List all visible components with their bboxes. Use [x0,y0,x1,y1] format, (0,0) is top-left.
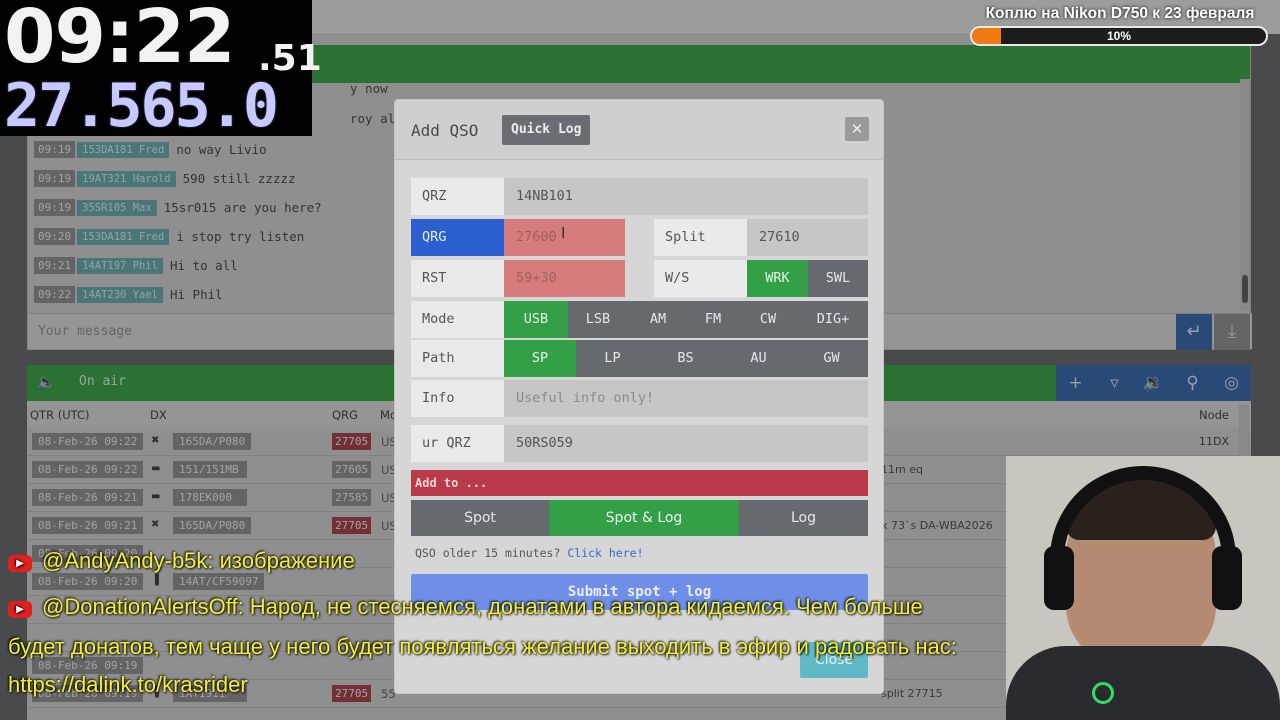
goal-progress-bar: 10% [970,26,1268,46]
chat-ticker-line: https://dalink.to/krasrider [8,672,248,698]
path-label: Path [411,340,504,377]
mode-label: Mode [411,301,504,338]
action-selector: Spot Spot & Log Log [411,500,868,536]
log-button[interactable]: Log [739,500,868,536]
modal-header: Add QSO Quick Log ✕ [395,100,883,160]
add-to-bar[interactable]: Add to ... [411,470,868,496]
ws-label: W/S [654,260,747,297]
chat-ticker-line: будет донатов, тем чаще у него будет поя… [8,634,957,660]
ur-qrz-label: ur QRZ [411,425,504,462]
ticker-text: @AndyAndy-b5k: изображение [42,548,355,573]
headphone-ear-cup [1044,546,1074,610]
goal-percent: 10% [1106,29,1132,43]
mode-row: Mode USB LSB AM FM CW DIG+ [411,301,868,338]
qrg-row: QRG 27600 I [411,219,625,256]
mode-option-lsb[interactable]: LSB [568,301,628,338]
click-here-link[interactable]: Click here! [567,546,643,560]
qrz-input[interactable]: 14NB101 [504,178,868,215]
path-option-lp[interactable]: LP [576,340,649,377]
chat-ticker-line: ▶ @AndyAndy-b5k: изображение [8,548,355,574]
mode-option-usb[interactable]: USB [504,301,568,338]
ws-row: W/S WRK SWL [654,260,868,297]
qrg-label: QRG [411,219,504,256]
clock-time: 09:22 [4,0,236,80]
text-cursor-icon: I [561,224,566,242]
frequency-display: 27.565.0 [4,71,279,141]
rst-row: RST 59+30 [411,260,625,297]
microphone-icon [1092,682,1114,704]
mode-option-cw[interactable]: CW [738,301,798,338]
ur-qrz-input[interactable]: 50RS059 [504,425,868,462]
goal-title: Коплю на Nikon D750 к 23 февраля [985,5,1255,22]
info-label: Info [411,380,504,417]
path-option-sp[interactable]: SP [504,340,576,377]
person-shirt [1006,646,1280,720]
older-qso-note: QSO older 15 minutes? Click here! [415,546,644,560]
mode-option-am[interactable]: AM [628,301,688,338]
ws-option-wrk[interactable]: WRK [747,260,808,297]
info-row: Info Useful info only! [411,380,868,417]
split-label: Split [654,219,747,256]
ur-qrz-row: ur QRZ 50RS059 [411,425,868,462]
headphone-ear-cup [1212,546,1242,610]
rst-input[interactable]: 59+30 [504,260,625,297]
rst-label: RST [411,260,504,297]
split-input[interactable]: 27610 [747,219,868,256]
mode-option-fm[interactable]: FM [688,301,738,338]
webcam-feed [1006,456,1280,720]
clock-overlay: 09:22 .51 27.565.0 [0,0,322,141]
qrz-label: QRZ [411,178,504,215]
donation-goal: Коплю на Nikon D750 к 23 февраля 10% [968,5,1272,47]
youtube-icon: ▶ [8,555,32,572]
chat-ticker-line: ▶ @DonationAlertsOff: Народ, не стесняемс… [8,594,923,620]
path-row: Path SP LP BS AU GW [411,340,868,377]
ws-option-swl[interactable]: SWL [808,260,868,297]
modal-title: Add QSO [411,121,479,140]
path-option-gw[interactable]: GW [795,340,868,377]
qrz-row: QRZ 14NB101 [411,178,868,215]
ticker-text: будет донатов, тем чаще у него будет поя… [8,634,957,659]
close-icon[interactable]: ✕ [845,117,869,141]
spot-button[interactable]: Spot [411,500,549,536]
quick-log-button[interactable]: Quick Log [502,115,591,145]
spot-and-log-button[interactable]: Spot & Log [549,500,739,536]
info-input[interactable]: Useful info only! [504,380,868,417]
older-qso-text: QSO older 15 minutes? [415,546,561,560]
ticker-text: @DonationAlertsOff: Народ, не стесняемся… [42,594,923,619]
path-option-au[interactable]: AU [722,340,795,377]
youtube-icon: ▶ [8,601,32,618]
ticker-text: https://dalink.to/krasrider [8,672,248,697]
mode-option-dig[interactable]: DIG+ [798,301,868,338]
split-row: Split 27610 [654,219,868,256]
path-option-bs[interactable]: BS [649,340,722,377]
